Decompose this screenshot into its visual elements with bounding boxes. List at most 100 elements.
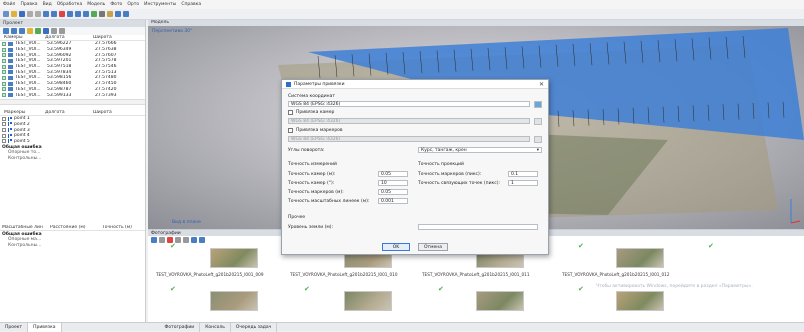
camera-accuracy-input[interactable]: 0.05 [378,171,408,177]
grid-view-icon[interactable] [191,237,197,243]
camera-checkbox[interactable] [2,53,6,58]
marker-accuracy-input[interactable]: 0.05 [378,189,408,195]
camera-checkbox[interactable] [2,47,6,52]
camera-row[interactable]: TEST_VOI... 53.596092 27.57607 [0,52,145,58]
menu-item[interactable]: Фото [110,2,122,7]
col-longitude[interactable]: Долгота [45,35,93,40]
move-icon[interactable] [51,11,57,17]
optimize-icon[interactable] [27,28,33,34]
convert-icon[interactable] [19,28,25,34]
camera-ref-checkbox[interactable] [288,110,293,115]
marker-checkbox[interactable] [2,116,6,121]
marker-checkbox[interactable] [2,122,6,127]
marker-px-input[interactable]: 0.1 [508,171,538,177]
camera-row[interactable]: TEST_VOI... 53.596227 27.57666 [0,41,145,47]
col-scalebars[interactable]: Масштабные лин [0,225,50,230]
status-tab[interactable]: Привязка [28,322,62,332]
marker-checkbox[interactable] [2,128,6,133]
cancel-button[interactable]: Отмена [418,243,448,251]
check-points-row[interactable]: Контрольны... [0,156,145,162]
rotate-right-icon[interactable] [183,237,189,243]
menu-item[interactable]: Файл [3,2,15,7]
import-icon[interactable] [3,28,9,34]
horizontal-scrollbar[interactable] [0,98,145,105]
angles-select[interactable]: Курс, тангаж, крен ▾ [418,147,542,153]
scalebar-accuracy-input[interactable]: 0.001 [378,198,408,204]
view-errors-icon[interactable] [51,28,57,34]
col-distance[interactable]: Расстояние (м) [50,225,102,230]
points-icon[interactable] [91,11,97,17]
camera-row[interactable]: TEST_VOI... 53.597518 27.57546 [0,64,145,70]
crs-picker-icon[interactable] [534,101,542,108]
camera-checkbox[interactable] [2,75,6,80]
camera-row[interactable]: TEST_VOI... 53.599133 27.57393 [0,92,145,98]
camera-checkbox[interactable] [2,70,6,75]
marker-ref-checkbox[interactable] [288,128,293,133]
camera-checkbox[interactable] [2,81,6,86]
select-icon[interactable] [43,11,49,17]
rotate-icon[interactable] [59,11,65,17]
menu-item[interactable]: Орто [127,2,139,7]
menu-item[interactable]: Справка [181,2,201,7]
photo-thumbnail[interactable] [210,248,258,268]
menu-item[interactable]: Модель [87,2,105,7]
save-icon[interactable] [19,11,25,17]
photo-thumbnail[interactable] [616,291,664,311]
add-photo-icon[interactable] [151,237,157,243]
col-cameras[interactable]: Камеры [0,35,45,40]
camera-checkbox[interactable] [2,64,6,69]
reset-view-icon[interactable] [83,11,89,17]
check-scale-row[interactable]: Контрольны... [0,243,145,249]
status-tab[interactable]: Проект [0,322,29,332]
camera-checkbox[interactable] [2,87,6,92]
camera-checkbox[interactable] [2,93,6,98]
settings-icon[interactable] [43,28,49,34]
status-tab[interactable]: Очередь задач [231,322,278,332]
markers-icon[interactable] [123,11,129,17]
camera-crs-picker-icon[interactable] [534,118,542,125]
zoom-in-icon[interactable] [67,11,73,17]
camera-checkbox[interactable] [2,58,6,63]
photo-thumbnail[interactable] [210,291,258,311]
camera-row[interactable]: TEST_VOI... 53.596349 27.57638 [0,47,145,53]
camera-row[interactable]: TEST_VOI... 53.598787 27.57420 [0,87,145,93]
new-icon[interactable] [3,11,9,17]
texture-icon[interactable] [107,11,113,17]
angle-accuracy-input[interactable]: 10 [378,180,408,186]
open-icon[interactable] [11,11,17,17]
mesh-icon[interactable] [99,11,105,17]
zoom-out-icon[interactable] [75,11,81,17]
marker-crs-picker-icon[interactable] [534,136,542,143]
export-icon[interactable] [11,28,17,34]
redo-icon[interactable] [35,11,41,17]
menu-item[interactable]: Инструменты [144,2,176,7]
menu-item[interactable]: Вид [43,2,52,7]
photo-thumbnail[interactable] [616,248,664,268]
marker-ref-select[interactable]: WGS 84 (EPSG::4326) [288,136,530,142]
menu-item[interactable]: Обработка [57,2,83,7]
col-marker-lat[interactable]: Широта [93,110,133,115]
camera-row[interactable]: TEST_VOI... 53.598460 27.57450 [0,81,145,87]
col-markers[interactable]: Маркеры [0,110,45,115]
update-icon[interactable] [35,28,41,34]
camera-ref-select[interactable]: WGS 84 (EPSG::4326) [288,118,530,124]
crs-select[interactable]: WGS 84 (EPSG::4326) [288,101,530,107]
status-tab[interactable]: Фотографии [160,322,201,332]
close-icon[interactable]: ✕ [539,81,544,88]
camera-row[interactable]: TEST_VOI... 53.597201 27.57578 [0,58,145,64]
remove-photo-icon[interactable] [159,237,165,243]
tie-px-input[interactable]: 1 [508,180,538,186]
col-marker-lon[interactable]: Долгота [45,110,93,115]
ok-button[interactable]: OK [382,243,410,251]
marker-checkbox[interactable] [2,133,6,138]
col-latitude[interactable]: Широта [93,35,133,40]
camera-row[interactable]: TEST_VOI... 53.597834 27.57513 [0,69,145,75]
status-tab[interactable]: Консоль [200,322,231,332]
list-view-icon[interactable] [199,237,205,243]
photo-thumbnail[interactable] [476,291,524,311]
camera-row[interactable]: TEST_VOI... 53.598156 27.57480 [0,75,145,81]
menu-item[interactable]: Правка [20,2,37,7]
col-accuracy[interactable]: Точность (м) [102,225,142,230]
undo-icon[interactable] [27,11,33,17]
view-source-icon[interactable] [59,28,65,34]
